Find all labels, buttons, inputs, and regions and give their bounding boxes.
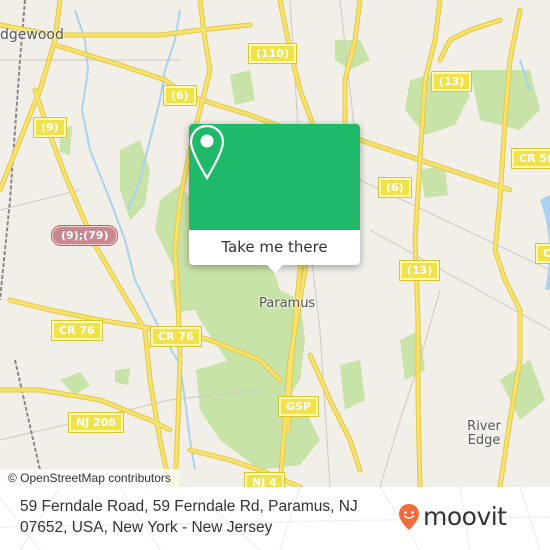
map-attribution[interactable]: © OpenStreetMap contributors [0,469,179,487]
road-shield-cr5: CR 5 [534,243,550,264]
footer: 59 Ferndale Road, 59 Ferndale Rd, Paramu… [0,487,550,550]
map-view[interactable]: (110) (6) (9) (13) CR 503 (6) (13) (9);(… [0,0,550,487]
place-label-ridgewood: dgewood [0,27,64,43]
moovit-logo[interactable]: moovit [398,503,507,531]
address-text: 59 Ferndale Road, 59 Ferndale Rd, Paramu… [20,498,358,536]
railway-south [14,359,41,471]
popup-pointer [266,264,284,273]
moovit-wordmark: moovit [423,502,507,531]
road-shield-110: (110) [247,43,298,64]
road-shield-gsp: GSP [277,396,320,417]
moovit-pin-icon [399,504,419,530]
road-shield-cr76-east: CR 76 [150,326,202,347]
location-popup[interactable]: Take me there [189,124,360,273]
road-shield-6-west: (6) [163,85,197,106]
road-shield-9-79: (9);(79) [50,225,119,246]
road-shield-9: (9) [33,117,67,138]
map-pin-icon [189,124,225,180]
road-shield-nj4: NJ 4 [244,472,285,487]
road-shield-cr503: CR 503 [510,148,550,169]
hackensack-river [540,195,550,290]
road-shield-cr76-west: CR 76 [51,320,103,341]
place-label-river-edge: River Edge [466,420,502,448]
place-label-river-edge-line2: Edge [467,433,501,448]
road-shield-6-east: (6) [378,177,412,198]
take-me-there-button[interactable]: Take me there [189,230,360,265]
road-shield-13-south: (13) [398,260,441,281]
railway [0,0,26,301]
popup-header [189,124,360,230]
road-shield-13-north: (13) [430,71,473,92]
place-label-river-edge-line1: River [467,419,501,434]
road-shield-nj208: NJ 208 [67,412,125,433]
place-label-paramus: Paramus [259,296,316,311]
